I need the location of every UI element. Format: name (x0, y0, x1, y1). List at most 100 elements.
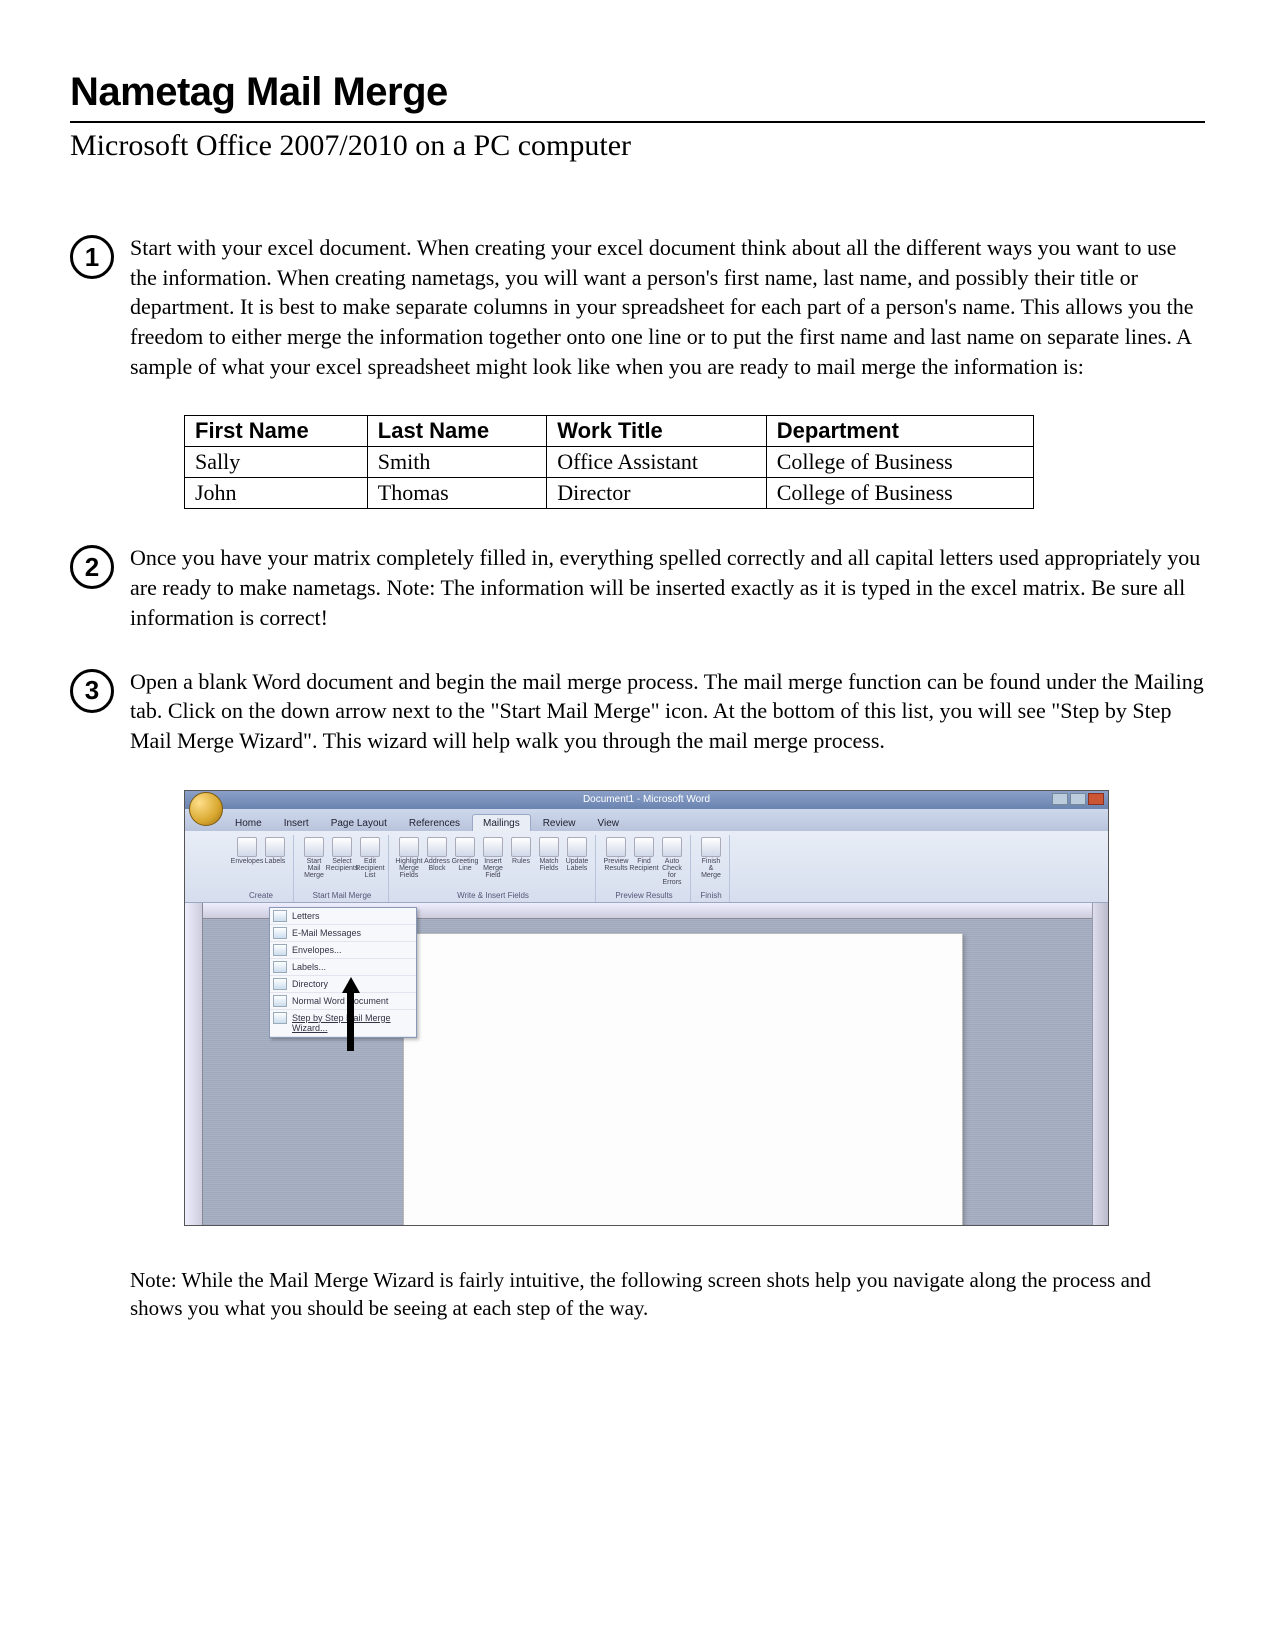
ribbon-group-label: Finish (699, 891, 723, 900)
start-mail-merge-dropdown: Letters E-Mail Messages Envelopes... Labels… (269, 907, 417, 1038)
sample-spreadsheet-table: First Name Last Name Work Title Departme… (184, 415, 1034, 509)
ribbon-icon (237, 837, 257, 857)
close-button[interactable] (1088, 793, 1104, 805)
step-number-icon: 2 (70, 545, 114, 589)
word-window: Document1 - Microsoft Word Home Insert P… (184, 790, 1109, 1226)
tab-page-layout[interactable]: Page Layout (321, 815, 397, 831)
ribbon-button[interactable]: Update Labels (565, 837, 589, 872)
dropdown-item-label: Directory (292, 979, 328, 989)
ribbon-group: Start Mail MergeSelect RecipientsEdit Re… (296, 835, 389, 902)
step-text: Once you have your matrix completely fil… (130, 543, 1205, 632)
table-cell: John (185, 478, 368, 509)
ribbon-button[interactable]: Auto Check for Errors (660, 837, 684, 886)
step-text: Start with your excel document. When cre… (130, 233, 1205, 381)
ribbon-button[interactable]: Labels (263, 837, 287, 865)
ribbon-button-label: Rules (512, 858, 530, 865)
dropdown-item-icon (273, 944, 287, 956)
ribbon-icon (399, 837, 419, 857)
ribbon-group-label: Start Mail Merge (302, 891, 382, 900)
document-area: Letters E-Mail Messages Envelopes... Labels… (185, 903, 1108, 1225)
ribbon-icon (606, 837, 626, 857)
ribbon-button-label: Address Block (424, 858, 450, 872)
ribbon-button-label: Select Recipients (326, 858, 359, 872)
ribbon-button-label: Insert Merge Field (481, 858, 505, 879)
ribbon-button-label: Preview Results (604, 858, 629, 872)
dropdown-item[interactable]: Normal Word Document (270, 993, 416, 1010)
table-header: First Name (185, 416, 368, 447)
ribbon-icon (427, 837, 447, 857)
table-row: John Thomas Director College of Business (185, 478, 1034, 509)
table-cell: Office Assistant (547, 447, 766, 478)
title-divider (70, 121, 1205, 123)
tab-mailings[interactable]: Mailings (472, 814, 531, 831)
dropdown-item-label: Step by Step Mail Merge Wizard... (292, 1013, 391, 1033)
table-row: Sally Smith Office Assistant College of … (185, 447, 1034, 478)
ribbon-group: Highlight Merge FieldsAddress BlockGreet… (391, 835, 596, 902)
ribbon-group: Preview ResultsFind RecipientAuto Check … (598, 835, 691, 902)
ribbon-group-label: Preview Results (604, 891, 684, 900)
document-page[interactable] (403, 933, 963, 1225)
tab-view[interactable]: View (588, 815, 630, 831)
ribbon-button[interactable]: Rules (509, 837, 533, 865)
ribbon-button-label: Labels (265, 858, 286, 865)
tab-references[interactable]: References (399, 815, 470, 831)
ribbon-button[interactable]: Finish & Merge (699, 837, 723, 879)
ribbon-button-label: Update Labels (565, 858, 589, 872)
ribbon-button[interactable]: Address Block (425, 837, 449, 872)
office-button[interactable] (189, 792, 223, 826)
maximize-button[interactable] (1070, 793, 1086, 805)
ribbon-icon (360, 837, 380, 857)
tab-insert[interactable]: Insert (274, 815, 319, 831)
page-title: Nametag Mail Merge (70, 70, 1205, 115)
ribbon-icon (511, 837, 531, 857)
ribbon-button[interactable]: Match Fields (537, 837, 561, 872)
ribbon-button[interactable]: Highlight Merge Fields (397, 837, 421, 879)
dropdown-item[interactable]: Letters (270, 908, 416, 925)
document-scroll-area[interactable]: Letters E-Mail Messages Envelopes... Labels… (203, 903, 1092, 1225)
ribbon-icon (634, 837, 654, 857)
ribbon: EnvelopesLabelsCreateStart Mail MergeSel… (185, 831, 1108, 903)
vertical-scrollbar[interactable] (1092, 903, 1108, 1225)
ribbon-icon (332, 837, 352, 857)
dropdown-item-label: Envelopes... (292, 945, 342, 955)
annotation-arrow (347, 977, 360, 1051)
ribbon-tabs: Home Insert Page Layout References Maili… (185, 809, 1108, 831)
ribbon-icon (483, 837, 503, 857)
ribbon-button[interactable]: Edit Recipient List (358, 837, 382, 879)
ribbon-button[interactable]: Envelopes (235, 837, 259, 865)
step-3: 3 Open a blank Word document and begin t… (70, 667, 1205, 756)
tab-home[interactable]: Home (225, 815, 272, 831)
table-cell: College of Business (766, 478, 1033, 509)
footer-note: Note: While the Mail Merge Wizard is fai… (130, 1266, 1185, 1323)
arrow-shaft (347, 993, 354, 1051)
table-header: Work Title (547, 416, 766, 447)
dropdown-item-label: E-Mail Messages (292, 928, 361, 938)
tab-review[interactable]: Review (533, 815, 586, 831)
word-titlebar: Document1 - Microsoft Word (185, 791, 1108, 809)
dropdown-item-icon (273, 995, 287, 1007)
ribbon-button[interactable]: Select Recipients (330, 837, 354, 872)
ribbon-button[interactable]: Greeting Line (453, 837, 477, 872)
ribbon-button[interactable]: Preview Results (604, 837, 628, 872)
dropdown-item[interactable]: Step by Step Mail Merge Wizard... (270, 1010, 416, 1037)
arrow-head-icon (342, 977, 360, 993)
ribbon-icon (662, 837, 682, 857)
dropdown-item[interactable]: E-Mail Messages (270, 925, 416, 942)
ribbon-button[interactable]: Start Mail Merge (302, 837, 326, 879)
ribbon-icon (455, 837, 475, 857)
minimize-button[interactable] (1052, 793, 1068, 805)
dropdown-item-icon (273, 1012, 287, 1024)
word-screenshot: Document1 - Microsoft Word Home Insert P… (184, 790, 1109, 1226)
ribbon-button-label: Match Fields (537, 858, 561, 872)
dropdown-item-label: Normal Word Document (292, 996, 388, 1006)
dropdown-item[interactable]: Labels... (270, 959, 416, 976)
dropdown-item-label: Labels... (292, 962, 326, 972)
ribbon-button[interactable]: Find Recipient (632, 837, 656, 872)
dropdown-item[interactable]: Envelopes... (270, 942, 416, 959)
ribbon-button[interactable]: Insert Merge Field (481, 837, 505, 879)
ribbon-button-label: Find Recipient (629, 858, 658, 872)
step-number-icon: 3 (70, 669, 114, 713)
ribbon-icon (539, 837, 559, 857)
ribbon-icon (304, 837, 324, 857)
step-1: 1 Start with your excel document. When c… (70, 233, 1205, 381)
